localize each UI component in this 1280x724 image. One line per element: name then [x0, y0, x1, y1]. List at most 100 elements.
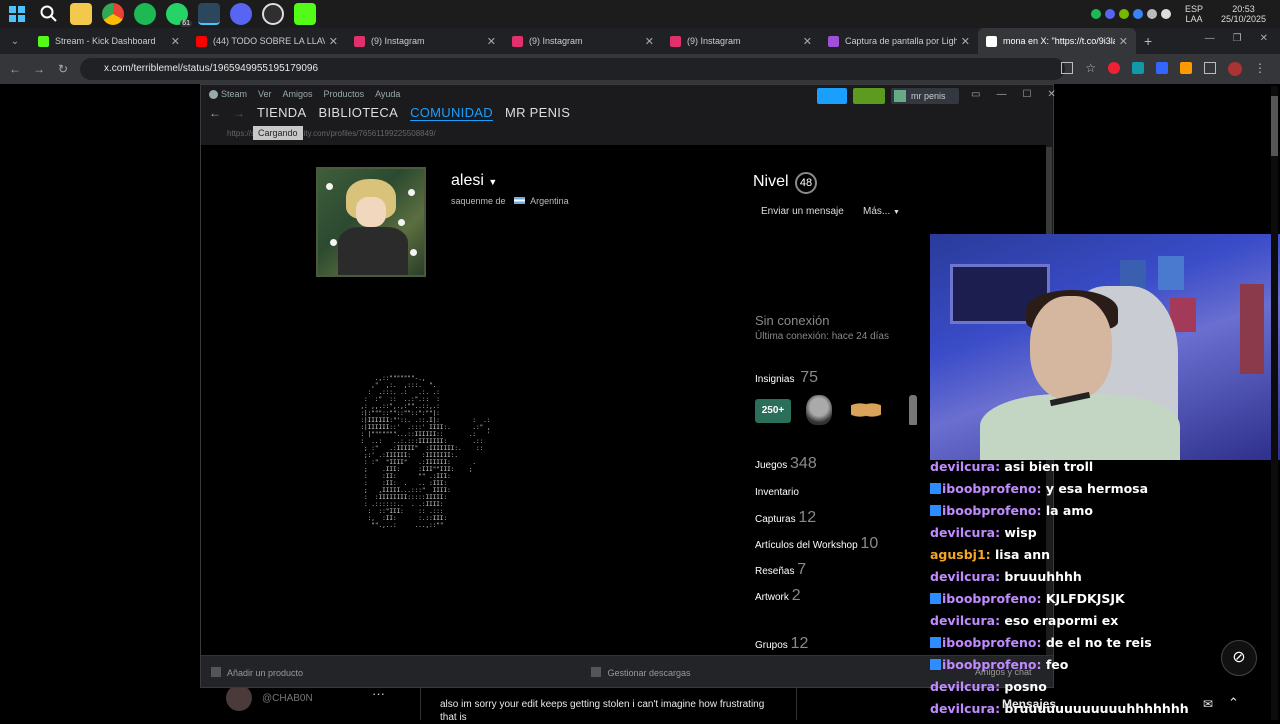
maximize-icon[interactable]: ❐	[1233, 33, 1242, 44]
bookmark-star-icon[interactable]: ☆	[1085, 62, 1096, 76]
language-indicator[interactable]: ESP LAA	[1185, 4, 1203, 24]
search-icon[interactable]	[38, 3, 60, 25]
profile-avatar[interactable]	[1228, 62, 1242, 76]
add-product-button[interactable]: Añadir un producto	[211, 667, 303, 678]
steam-icon[interactable]	[198, 3, 220, 25]
forward-icon[interactable]: →	[30, 62, 48, 76]
account-menu[interactable]: mr penis	[891, 88, 959, 104]
profile-name[interactable]: alesi ▼	[451, 172, 497, 190]
tab-close-icon[interactable]: ✕	[645, 35, 654, 48]
tab-search-icon[interactable]: ⌄	[0, 36, 30, 47]
page-scrollbar-thumb[interactable]	[1271, 96, 1278, 156]
stat-capturas[interactable]: Capturas 12	[755, 509, 816, 527]
chat-username: devilcura	[930, 701, 996, 716]
steam-minimize-icon[interactable]: —	[996, 89, 1006, 100]
whatsapp-icon[interactable]: 61	[166, 3, 192, 27]
tab-close-icon[interactable]: ✕	[1119, 35, 1128, 48]
nvidia-tray-icon[interactable]	[1118, 9, 1129, 19]
more-dropdown[interactable]: Más... ▼	[863, 206, 900, 217]
steam-forward-icon[interactable]: →	[233, 106, 245, 120]
messages-label[interactable]: Mensajes	[1002, 697, 1056, 711]
stat-workshop[interactable]: Artículos del Workshop 10	[755, 535, 878, 553]
menu-productos[interactable]: Productos	[324, 89, 365, 99]
extensions-puzzle-icon[interactable]	[1204, 62, 1216, 74]
browser-tab[interactable]: mona en X: "https://t.co/9i3laA ✕	[978, 28, 1136, 54]
chat-message: devilcura: asi bien troll	[930, 459, 1094, 474]
browser-tab[interactable]: Captura de pantalla por Lightsh ✕	[820, 28, 978, 54]
steam-maximize-icon[interactable]: ☐	[1022, 89, 1031, 100]
nav-comunidad[interactable]: COMUNIDAD	[410, 105, 493, 120]
extension-icon-4[interactable]	[1180, 62, 1192, 74]
level-badge[interactable]: 48	[795, 172, 818, 194]
announcements-icon[interactable]	[817, 88, 847, 104]
close-icon[interactable]: ✕	[1260, 33, 1268, 44]
alien-badge-icon[interactable]	[806, 395, 832, 425]
discord-icon[interactable]	[230, 3, 252, 25]
big-picture-icon[interactable]: ▭	[971, 89, 980, 100]
chat-message: iboobprofeno: y esa hermosa	[930, 478, 1190, 500]
x-user-avatar[interactable]	[226, 685, 252, 711]
butterfly-badge-icon[interactable]	[851, 399, 881, 421]
browser-tab[interactable]: (9) Instagram ✕	[346, 28, 504, 54]
menu-ayuda[interactable]: Ayuda	[375, 89, 400, 99]
menu-ver[interactable]: Ver	[258, 89, 272, 99]
tab-close-icon[interactable]: ✕	[961, 35, 970, 48]
send-message-button[interactable]: Enviar un mensaje	[761, 206, 844, 217]
minimize-icon[interactable]: —	[1205, 33, 1215, 44]
x-more-icon[interactable]: ···	[372, 686, 385, 701]
spotify-tray-icon[interactable]	[1090, 9, 1101, 19]
spotify-icon[interactable]	[134, 3, 156, 25]
chat-message: devilcura: bruuuhhhh	[930, 569, 1082, 584]
x-user-handle[interactable]: @CHAB0N	[262, 693, 313, 704]
chat-username: devilcura	[930, 525, 996, 540]
steam-back-icon[interactable]: ←	[209, 106, 221, 120]
new-tab-button[interactable]: +	[1144, 33, 1152, 49]
messages-compose-icon[interactable]: ✉	[1203, 697, 1213, 711]
obs-icon[interactable]	[262, 3, 284, 25]
bottle-badge-icon[interactable]	[909, 395, 917, 425]
clock[interactable]: 20:53 25/10/2025	[1221, 4, 1266, 24]
url-input[interactable]: x.com/terriblemel/status/196594995519517…	[80, 58, 1065, 80]
network-tray-icon[interactable]	[1146, 9, 1157, 19]
tab-close-icon[interactable]: ✕	[171, 35, 180, 48]
menu-amigos[interactable]: Amigos	[283, 89, 313, 99]
notifications-bell-icon[interactable]	[853, 88, 885, 104]
page-scrollbar[interactable]	[1271, 86, 1278, 720]
back-icon[interactable]: ←	[6, 62, 24, 76]
steam-close-icon[interactable]: ✕	[1047, 89, 1055, 100]
nav-username[interactable]: MR PENIS	[505, 105, 570, 120]
extension-icon-1[interactable]	[1108, 62, 1120, 74]
stat-juegos[interactable]: Juegos 348	[755, 455, 817, 473]
reload-icon[interactable]: ↻	[54, 62, 72, 76]
stat-artwork[interactable]: Artwork 2	[755, 587, 801, 605]
file-explorer-icon[interactable]	[70, 3, 92, 25]
nav-biblioteca[interactable]: BIBLIOTECA	[318, 105, 398, 120]
online-status: Sin conexión	[755, 313, 830, 328]
browser-tab[interactable]: (44) TODO SOBRE LA LLAVE DE ✕	[188, 28, 346, 54]
stat-inventario[interactable]: Inventario	[755, 487, 799, 498]
browser-tab[interactable]: Stream - Kick Dashboard ✕	[30, 28, 188, 54]
extension-icon-3[interactable]	[1156, 62, 1168, 74]
extension-icon-2[interactable]	[1132, 62, 1144, 74]
browser-tab[interactable]: (9) Instagram ✕	[504, 28, 662, 54]
install-icon[interactable]	[1061, 62, 1074, 74]
discord-tray-icon[interactable]	[1104, 9, 1115, 19]
windows-icon[interactable]	[6, 3, 28, 25]
badges-link[interactable]: Insignias 75	[755, 369, 818, 387]
tab-close-icon[interactable]: ✕	[487, 35, 496, 48]
stat-resenas[interactable]: Reseñas 7	[755, 561, 806, 579]
tab-close-icon[interactable]: ✕	[803, 35, 812, 48]
messages-expand-icon[interactable]: ⌃	[1228, 695, 1239, 711]
nav-tienda[interactable]: TIENDA	[257, 105, 306, 120]
tab-close-icon[interactable]: ✕	[329, 35, 338, 48]
volume-tray-icon[interactable]	[1160, 9, 1171, 19]
more-menu-icon[interactable]: ⋮	[1254, 62, 1266, 76]
stat-grupos[interactable]: Grupos 12	[755, 635, 808, 653]
manage-downloads-button[interactable]: Gestionar descargas	[591, 667, 691, 678]
chrome-icon[interactable]	[102, 3, 124, 25]
kick-icon[interactable]	[294, 3, 316, 25]
browser-tab[interactable]: (9) Instagram ✕	[662, 28, 820, 54]
bluetooth-tray-icon[interactable]	[1132, 9, 1143, 19]
menu-steam[interactable]: Steam	[221, 89, 247, 99]
badge-250-plus[interactable]: 250+	[755, 399, 791, 423]
